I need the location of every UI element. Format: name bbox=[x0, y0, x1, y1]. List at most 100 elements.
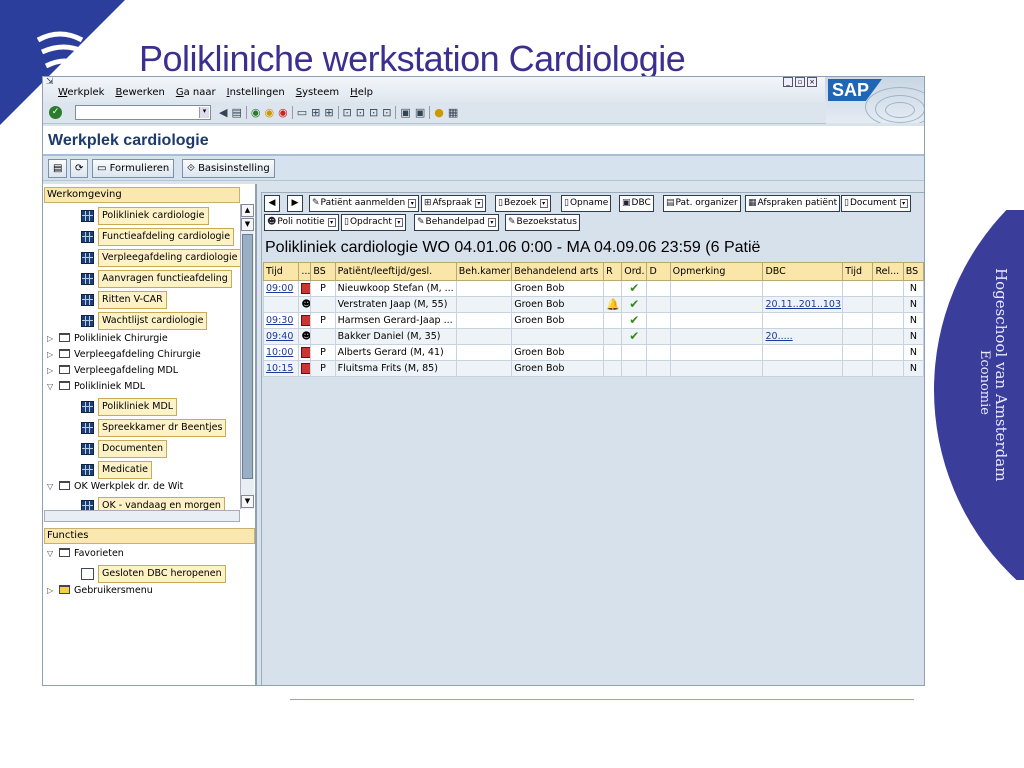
scroll-thumb[interactable] bbox=[242, 234, 253, 479]
behandelpad-button[interactable]: ✎Behandelpad ▾ bbox=[414, 214, 499, 231]
tree-horizontal-scrollbar[interactable] bbox=[44, 510, 240, 522]
cancel-icon[interactable]: ◉ bbox=[278, 106, 288, 119]
col-header[interactable]: Tijd bbox=[262, 262, 300, 281]
prev-icon[interactable]: ◀ bbox=[264, 195, 280, 212]
find-next-icon[interactable]: ⊞ bbox=[324, 106, 333, 119]
cell-dbc[interactable] bbox=[762, 280, 844, 297]
cell-tijd[interactable]: 10:15 bbox=[262, 360, 300, 377]
cell-patient[interactable]: Verstraten Jaap (M, 55) bbox=[334, 296, 457, 313]
menu-werkplek[interactable]: Werkplek bbox=[58, 87, 104, 98]
col-header[interactable]: R bbox=[603, 262, 623, 281]
table-row[interactable]: 09:30 P Harmsen Gerard-Jaap ... Groen Bo… bbox=[262, 312, 924, 329]
opdracht-button[interactable]: ▯Opdracht ▾ bbox=[341, 214, 406, 231]
shortcut-icon[interactable]: ▣ bbox=[415, 106, 425, 119]
command-dropdown-icon[interactable]: ▾ bbox=[199, 107, 209, 118]
menu-help[interactable]: Help bbox=[350, 87, 373, 98]
cell-patient[interactable]: Harmsen Gerard-Jaap ... bbox=[334, 312, 457, 329]
next-icon[interactable]: ▶ bbox=[287, 195, 303, 212]
col-header[interactable]: Tijd bbox=[842, 262, 874, 281]
cell-tijd[interactable] bbox=[262, 296, 300, 313]
help-icon[interactable]: ● bbox=[434, 106, 444, 119]
menu-ga-naar[interactable]: Ga naar bbox=[176, 87, 216, 98]
dropdown-icon[interactable]: ▾ bbox=[394, 218, 403, 227]
col-header[interactable]: Rel... bbox=[872, 262, 904, 281]
cell-dbc[interactable]: 20.11..201..103 bbox=[762, 296, 844, 313]
patient-aanmelden-button[interactable]: ✎Patiënt aanmelden ▾ bbox=[309, 195, 420, 212]
next-page-icon[interactable]: ⊡ bbox=[369, 106, 378, 119]
prev-page-icon[interactable]: ⊡ bbox=[356, 106, 365, 119]
tree-folder-polikliniek-chirurgie[interactable]: ▷ Polikliniek Chirurgie bbox=[47, 332, 168, 346]
close-icon[interactable]: × bbox=[807, 77, 817, 87]
tree-vertical-scrollbar[interactable]: ▲ ▼ ▼ bbox=[240, 204, 254, 509]
pat-organizer-button[interactable]: ▤Pat. organizer bbox=[663, 195, 741, 212]
tree-folder-ok-werkplek[interactable]: ▽ OK Werkplek dr. de Wit bbox=[47, 480, 183, 494]
col-header[interactable]: BS bbox=[310, 262, 336, 281]
col-header[interactable]: BS bbox=[902, 262, 924, 281]
bezoekstatus-button[interactable]: ✎Bezoekstatus bbox=[505, 214, 580, 231]
basisinstelling-button[interactable]: ⟐ Basisinstelling bbox=[182, 159, 275, 178]
tree-favorieten[interactable]: ▽ Favorieten bbox=[47, 547, 124, 561]
afspraken-patient-button[interactable]: ▦Afspraken patiënt bbox=[745, 195, 841, 212]
scroll-down-icon[interactable]: ▼ bbox=[241, 495, 254, 508]
print-icon[interactable]: ▭ bbox=[297, 106, 307, 119]
collapse-icon[interactable]: ▽ bbox=[47, 380, 59, 394]
table-row[interactable]: 09:40 ☻ Bakker Daniel (M, 35) ✔ 20..... … bbox=[262, 328, 924, 345]
last-page-icon[interactable]: ⊡ bbox=[382, 106, 391, 119]
col-header[interactable]: Beh.kamer bbox=[455, 262, 513, 281]
cell-patient[interactable]: Fluitsma Frits (M, 85) bbox=[334, 360, 457, 377]
formulieren-button[interactable]: ▭ Formulieren bbox=[92, 159, 175, 178]
expand-icon[interactable]: ▷ bbox=[47, 332, 59, 346]
bell-alert-icon[interactable]: 🔔 bbox=[606, 298, 620, 311]
back-arrow-icon[interactable]: ◀ bbox=[219, 106, 227, 119]
dropdown-icon[interactable]: ▾ bbox=[899, 199, 908, 208]
col-header[interactable]: Behandelend arts bbox=[511, 262, 605, 281]
cell-tijd[interactable]: 09:00 bbox=[262, 280, 300, 297]
tree-folder-verpleeg-mdl[interactable]: ▷ Verpleegafdeling MDL bbox=[47, 364, 178, 378]
new-session-icon[interactable]: ▣ bbox=[400, 106, 410, 119]
scroll-up-icon[interactable]: ▲ bbox=[241, 204, 254, 217]
menu-bewerken[interactable]: Bewerken bbox=[115, 87, 164, 98]
expand-icon[interactable]: ▷ bbox=[47, 364, 59, 378]
dropdown-icon[interactable]: ▾ bbox=[474, 199, 483, 208]
dropdown-icon[interactable]: ▾ bbox=[408, 199, 417, 208]
first-page-icon[interactable]: ⊡ bbox=[343, 106, 352, 119]
save-icon[interactable]: ▤ bbox=[231, 106, 241, 119]
col-header[interactable]: D bbox=[646, 262, 671, 281]
scroll-down-small-icon[interactable]: ▼ bbox=[241, 218, 254, 231]
tree-folder-polikliniek-mdl[interactable]: ▽ Polikliniek MDL bbox=[47, 380, 145, 394]
expand-icon[interactable]: ▷ bbox=[47, 348, 59, 362]
cell-dbc[interactable]: 20..... bbox=[762, 328, 844, 345]
cell-tijd[interactable]: 09:40 bbox=[262, 328, 300, 345]
cell-tijd[interactable]: 09:30 bbox=[262, 312, 300, 329]
dropdown-icon[interactable]: ▾ bbox=[539, 199, 548, 208]
opname-button[interactable]: ▯Opname bbox=[561, 195, 612, 212]
list-view-button[interactable]: ▤ bbox=[48, 159, 68, 178]
collapse-icon[interactable]: ▽ bbox=[47, 480, 59, 494]
menu-systeem[interactable]: Systeem bbox=[296, 87, 339, 98]
minimize-icon[interactable]: _ bbox=[783, 77, 793, 87]
find-icon[interactable]: ⊞ bbox=[311, 106, 320, 119]
refresh-button[interactable]: ⟳ bbox=[70, 159, 89, 178]
col-header[interactable]: Opmerking bbox=[669, 262, 764, 281]
bezoek-button[interactable]: ▯Bezoek ▾ bbox=[495, 195, 551, 212]
table-row[interactable]: ☻ Verstraten Jaap (M, 55) Groen Bob 🔔 ✔ … bbox=[262, 296, 924, 313]
cell-dbc[interactable] bbox=[762, 312, 844, 329]
menu-instellingen[interactable]: Instellingen bbox=[227, 87, 285, 98]
dbc-button[interactable]: ▣DBC bbox=[619, 195, 654, 212]
cell-dbc[interactable] bbox=[762, 344, 844, 361]
tree-gebruikersmenu[interactable]: ▷ Gebruikersmenu bbox=[47, 584, 153, 598]
restore-icon[interactable]: ▫ bbox=[795, 77, 805, 87]
poli-notitie-button[interactable]: ☻Poli notitie ▾ bbox=[264, 214, 339, 231]
table-row[interactable]: 10:15 P Fluitsma Frits (M, 85) Groen Bob… bbox=[262, 360, 924, 377]
collapse-icon[interactable]: ▽ bbox=[47, 547, 59, 561]
dropdown-icon[interactable]: ▾ bbox=[487, 218, 496, 227]
cell-tijd[interactable]: 10:00 bbox=[262, 344, 300, 361]
col-header[interactable]: Ord. bbox=[621, 262, 648, 281]
cell-dbc[interactable] bbox=[762, 360, 844, 377]
col-header[interactable]: ... bbox=[298, 262, 312, 281]
document-button[interactable]: ▯Document ▾ bbox=[841, 195, 911, 212]
expand-icon[interactable]: ▷ bbox=[47, 584, 59, 598]
layout-icon[interactable]: ▦ bbox=[448, 106, 458, 119]
cell-patient[interactable]: Alberts Gerard (M, 41) bbox=[334, 344, 457, 361]
cell-patient[interactable]: Bakker Daniel (M, 35) bbox=[334, 328, 457, 345]
